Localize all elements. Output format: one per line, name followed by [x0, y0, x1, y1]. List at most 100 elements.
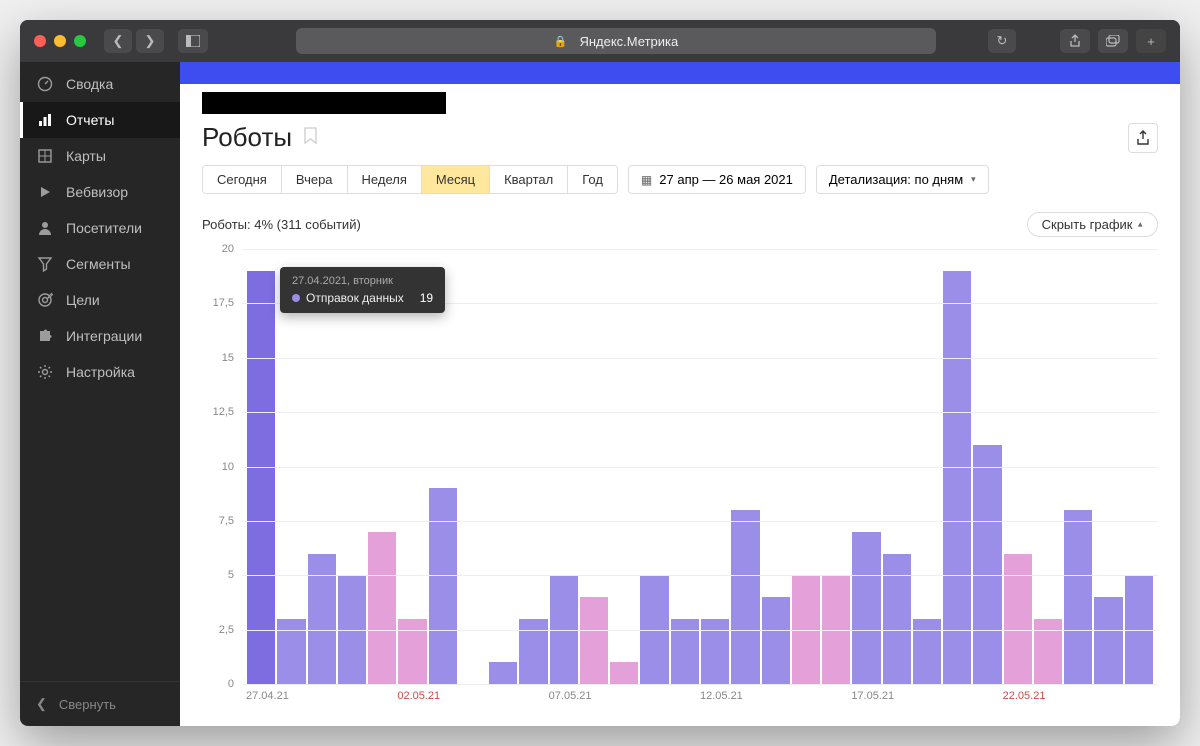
x-tick-label — [1063, 690, 1093, 702]
y-tick-label: 17,5 — [213, 297, 242, 309]
grid-line — [242, 630, 1158, 631]
bar[interactable] — [943, 271, 971, 684]
close-window-icon[interactable] — [34, 35, 46, 47]
bar[interactable] — [519, 619, 547, 684]
bar[interactable] — [308, 554, 336, 685]
x-tick-label — [882, 690, 912, 702]
detail-dropdown[interactable]: Детализация: по дням ▾ — [816, 165, 989, 194]
bar-chart: 27.04.2102.05.2107.05.2112.05.2117.05.21… — [242, 249, 1158, 684]
url-text: Яндекс.Метрика — [579, 34, 678, 49]
period-Неделя[interactable]: Неделя — [348, 166, 422, 193]
sidebar-item-label: Настройка — [66, 364, 135, 380]
grid-line — [242, 575, 1158, 576]
main-area: Роботы СегодняВчераНеделяМесяцКварталГод… — [180, 62, 1180, 726]
traffic-lights[interactable] — [34, 35, 86, 47]
date-range-text: 27 апр — 26 мая 2021 — [659, 172, 793, 187]
bar[interactable] — [580, 597, 608, 684]
bar[interactable] — [883, 554, 911, 685]
sidebar-item-gauge[interactable]: Сводка — [20, 66, 180, 102]
y-tick-label: 15 — [222, 352, 242, 364]
export-button[interactable] — [1128, 123, 1158, 153]
sidebar-item-label: Карты — [66, 148, 106, 164]
browser-window: ❮ ❯ 🔒 Яндекс.Метрика ↻ + Сводка Отчеты Кар… — [20, 20, 1180, 726]
x-tick-label — [518, 690, 548, 702]
tabs-button[interactable] — [1098, 29, 1128, 53]
date-range-picker[interactable]: ▦ 27 апр — 26 мая 2021 — [628, 165, 806, 194]
x-tick-label — [579, 690, 609, 702]
bar[interactable] — [489, 662, 517, 684]
sidebar-item-map[interactable]: Карты — [20, 138, 180, 174]
gauge-icon — [36, 76, 54, 92]
y-tick-label: 5 — [228, 569, 242, 581]
bar[interactable] — [1064, 510, 1092, 684]
bar[interactable] — [973, 445, 1001, 684]
bar[interactable] — [731, 510, 759, 684]
sidebar-item-reports[interactable]: Отчеты — [20, 102, 180, 138]
bar[interactable] — [1004, 554, 1032, 685]
hide-chart-button[interactable]: Скрыть график ▾ — [1027, 212, 1158, 237]
period-Вчера[interactable]: Вчера — [282, 166, 348, 193]
y-tick-label: 2,5 — [219, 624, 242, 636]
x-tick-label — [821, 690, 851, 702]
bar[interactable] — [247, 271, 275, 684]
bookmark-icon[interactable] — [304, 127, 317, 149]
bar[interactable] — [913, 619, 941, 684]
bar[interactable] — [398, 619, 426, 684]
detail-text: Детализация: по дням — [829, 172, 963, 187]
period-Год[interactable]: Год — [568, 166, 617, 193]
sidebar-item-funnel[interactable]: Сегменты — [20, 246, 180, 282]
back-button[interactable]: ❮ — [104, 29, 132, 53]
collapse-label: Свернуть — [59, 697, 116, 712]
sidebar-item-play[interactable]: Вебвизор — [20, 174, 180, 210]
chevron-left-icon: ❮ — [36, 696, 47, 712]
x-tick-label — [1124, 690, 1154, 702]
x-tick-label — [942, 690, 972, 702]
x-tick-label — [670, 690, 700, 702]
reload-button[interactable]: ↻ — [988, 29, 1016, 53]
bar[interactable] — [277, 619, 305, 684]
bar[interactable] — [671, 619, 699, 684]
bar[interactable] — [762, 597, 790, 684]
redacted-site-name — [202, 92, 446, 114]
sidebar-item-label: Цели — [66, 292, 100, 308]
sidebar-item-puzzle[interactable]: Интеграции — [20, 318, 180, 354]
sidebar-collapse[interactable]: ❮ Свернуть — [20, 681, 180, 726]
new-tab-button[interactable]: + — [1136, 29, 1166, 53]
bar[interactable] — [368, 532, 396, 684]
sidebar-item-gear[interactable]: Настройка — [20, 354, 180, 390]
calendar-icon: ▦ — [641, 173, 651, 187]
chart-x-labels: 27.04.2102.05.2107.05.2112.05.2117.05.21… — [242, 690, 1158, 702]
sidebar-item-person[interactable]: Посетители — [20, 210, 180, 246]
sidebar-item-target[interactable]: Цели — [20, 282, 180, 318]
sidebar-item-label: Отчеты — [66, 112, 114, 128]
play-icon — [36, 184, 54, 200]
grid-line — [242, 467, 1158, 468]
bar[interactable] — [1094, 597, 1122, 684]
bar[interactable] — [852, 532, 880, 684]
bar[interactable] — [429, 488, 457, 684]
chevron-down-icon: ▾ — [971, 174, 976, 185]
forward-button[interactable]: ❯ — [136, 29, 164, 53]
maximize-window-icon[interactable] — [74, 35, 86, 47]
gear-icon — [36, 364, 54, 380]
url-bar[interactable]: 🔒 Яндекс.Метрика — [296, 28, 936, 54]
y-tick-label: 10 — [222, 461, 242, 473]
period-Квартал[interactable]: Квартал — [490, 166, 568, 193]
map-icon — [36, 148, 54, 164]
sidebar: Сводка Отчеты Карты ВебвизорПосетителиСегме… — [20, 62, 180, 726]
y-tick-label: 7,5 — [219, 515, 242, 527]
bar[interactable] — [610, 662, 638, 684]
puzzle-icon — [36, 328, 54, 344]
bar[interactable] — [701, 619, 729, 684]
x-tick-label — [912, 690, 942, 702]
top-banner — [180, 62, 1180, 84]
period-Месяц[interactable]: Месяц — [422, 166, 490, 193]
sidebar-toggle-icon[interactable] — [178, 29, 208, 53]
period-segmented: СегодняВчераНеделяМесяцКварталГод — [202, 165, 618, 194]
share-button[interactable] — [1060, 29, 1090, 53]
x-tick-label — [639, 690, 669, 702]
minimize-window-icon[interactable] — [54, 35, 66, 47]
bar[interactable] — [1034, 619, 1062, 684]
x-tick-label: 07.05.21 — [549, 690, 579, 702]
period-Сегодня[interactable]: Сегодня — [203, 166, 282, 193]
